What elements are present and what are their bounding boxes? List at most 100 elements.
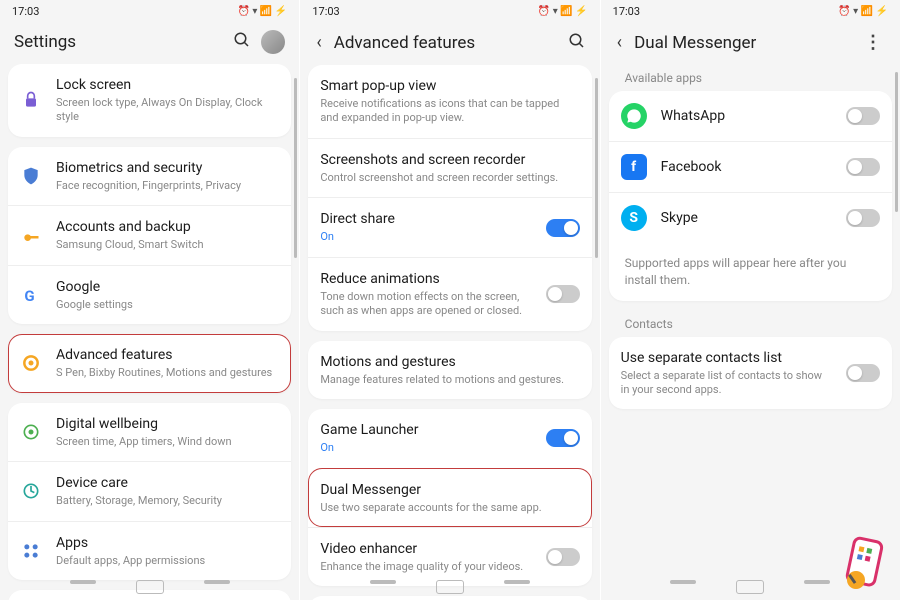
status-time: 17:03 xyxy=(12,5,39,18)
item-screenshots[interactable]: Screenshots and screen recorder Control s… xyxy=(308,138,591,197)
item-sub: On xyxy=(320,441,531,455)
settings-item-biometrics[interactable]: Biometrics and security Face recognition,… xyxy=(8,147,291,205)
item-sub: Tone down motion effects on the screen, … xyxy=(320,290,531,319)
item-sub: Battery, Storage, Memory, Security xyxy=(56,494,279,508)
toggle-separate-contacts[interactable] xyxy=(846,364,880,382)
more-icon[interactable]: ⋮ xyxy=(860,32,886,53)
item-sub: S Pen, Bixby Routines, Motions and gestu… xyxy=(56,366,279,380)
item-sub: Receive notifications as icons that can … xyxy=(320,97,579,126)
settings-item-lock-screen[interactable]: Lock screen Screen lock type, Always On D… xyxy=(8,64,291,137)
item-motions-gestures[interactable]: Motions and gestures Manage features rela… xyxy=(308,341,591,399)
item-sub: Manage features related to motions and g… xyxy=(320,373,579,387)
item-reduce-animations[interactable]: Reduce animations Tone down motion effect… xyxy=(308,257,591,331)
phone-advanced-features: 17:03 ⏰ ▾ 📶 ⚡ ‹ Advanced features Smart … xyxy=(299,0,599,600)
item-title: Biometrics and security xyxy=(56,159,279,177)
item-title: Apps xyxy=(56,534,279,552)
item-sub: Use two separate accounts for the same a… xyxy=(320,501,579,515)
toggle-video-enhancer[interactable] xyxy=(546,548,580,566)
app-name: WhatsApp xyxy=(661,107,832,125)
settings-item-digital-wellbeing[interactable]: Digital wellbeingScreen time, App timers… xyxy=(8,403,291,461)
item-sub: Default apps, App permissions xyxy=(56,554,279,568)
search-icon[interactable] xyxy=(568,32,586,54)
section-available-apps: Available apps xyxy=(609,65,892,91)
phone-dual-messenger: 17:03 ⏰ ▾ 📶 ⚡ ‹ Dual Messenger ⋮ Availab… xyxy=(600,0,900,600)
item-title: Smart pop-up view xyxy=(320,77,579,95)
page-title: Advanced features xyxy=(334,33,558,53)
app-name: Facebook xyxy=(661,158,832,176)
item-sub: Select a separate list of contacts to sh… xyxy=(621,369,832,398)
header: ‹ Dual Messenger ⋮ xyxy=(601,22,900,65)
item-game-launcher[interactable]: Game Launcher On xyxy=(308,409,591,467)
shield-icon xyxy=(20,165,42,187)
watermark-logo xyxy=(836,534,896,594)
settings-item-device-care[interactable]: Device careBattery, Storage, Memory, Sec… xyxy=(8,461,291,520)
key-icon xyxy=(20,225,42,247)
status-icons: ⏰ ▾ 📶 ⚡ xyxy=(838,6,888,17)
item-separate-contacts[interactable]: Use separate contacts list Select a separ… xyxy=(609,337,892,410)
back-icon[interactable]: ‹ xyxy=(615,30,624,55)
avatar[interactable] xyxy=(261,30,285,54)
status-bar: 17:03 ⏰ ▾ 📶 ⚡ xyxy=(300,0,599,22)
toggle-whatsapp[interactable] xyxy=(846,107,880,125)
item-sub: Face recognition, Fingerprints, Privacy xyxy=(56,179,279,193)
dual-messenger-list: Available apps WhatsApp f Facebook S Sky… xyxy=(601,65,900,600)
svg-text:G: G xyxy=(24,287,34,305)
item-title: Lock screen xyxy=(56,76,279,94)
google-icon: G xyxy=(20,284,42,306)
item-smart-popup[interactable]: Smart pop-up view Receive notifications a… xyxy=(308,65,591,138)
item-sub: Screen lock type, Always On Display, Clo… xyxy=(56,96,279,125)
status-time: 17:03 xyxy=(312,5,339,18)
item-sub: Screen time, App timers, Wind down xyxy=(56,435,279,449)
toggle-facebook[interactable] xyxy=(846,158,880,176)
whatsapp-icon xyxy=(621,103,647,129)
skype-icon: S xyxy=(621,205,647,231)
status-time: 17:03 xyxy=(613,5,640,18)
settings-item-accounts[interactable]: Accounts and backupSamsung Cloud, Smart … xyxy=(8,205,291,264)
lock-icon xyxy=(20,89,42,111)
section-contacts: Contacts xyxy=(609,311,892,337)
gear-icon xyxy=(20,352,42,374)
status-bar: 17:03 ⏰ ▾ 📶 ⚡ xyxy=(0,0,299,22)
phone-settings: 17:03 ⏰ ▾ 📶 ⚡ Settings Lock screen Screen… xyxy=(0,0,299,600)
settings-item-apps[interactable]: Apps Default apps, App permissions xyxy=(8,521,291,580)
item-sub: Enhance the image quality of your videos… xyxy=(320,560,531,574)
item-title: Video enhancer xyxy=(320,540,531,558)
android-navbar[interactable] xyxy=(0,580,299,594)
wellbeing-icon xyxy=(20,421,42,443)
item-sub: Control screenshot and screen recorder s… xyxy=(320,171,579,185)
settings-item-advanced-features[interactable]: Advanced featuresS Pen, Bixby Routines, … xyxy=(8,334,291,392)
item-send-sos[interactable]: Send SOS messagesOff xyxy=(308,596,591,600)
item-title: Game Launcher xyxy=(320,421,531,439)
toggle-game-launcher[interactable] xyxy=(546,429,580,447)
settings-item-google[interactable]: G Google Google settings xyxy=(8,265,291,324)
item-title: Motions and gestures xyxy=(320,353,579,371)
back-icon[interactable]: ‹ xyxy=(314,30,323,55)
item-direct-share[interactable]: Direct shareOn xyxy=(308,197,591,256)
app-row-facebook[interactable]: f Facebook xyxy=(609,141,892,192)
item-title: Google xyxy=(56,278,279,296)
status-icons: ⏰ ▾ 📶 ⚡ xyxy=(538,6,588,17)
header: Settings xyxy=(0,22,299,64)
facebook-icon: f xyxy=(621,154,647,180)
toggle-skype[interactable] xyxy=(846,209,880,227)
search-icon[interactable] xyxy=(233,31,251,53)
apps-icon xyxy=(20,540,42,562)
toggle-reduce-animations[interactable] xyxy=(546,285,580,303)
android-navbar[interactable] xyxy=(300,580,599,594)
settings-list: Lock screen Screen lock type, Always On D… xyxy=(0,64,299,600)
toggle-direct-share[interactable] xyxy=(546,219,580,237)
app-row-skype[interactable]: S Skype xyxy=(609,192,892,243)
app-row-whatsapp[interactable]: WhatsApp xyxy=(609,91,892,141)
item-title: Reduce animations xyxy=(320,270,531,288)
header: ‹ Advanced features xyxy=(300,22,599,65)
item-sub: On xyxy=(320,230,531,244)
item-video-enhancer[interactable]: Video enhancer Enhance the image quality … xyxy=(308,527,591,586)
advanced-list: Smart pop-up view Receive notifications a… xyxy=(300,65,599,600)
status-bar: 17:03 ⏰ ▾ 📶 ⚡ xyxy=(601,0,900,22)
page-title: Dual Messenger xyxy=(634,33,850,53)
device-care-icon xyxy=(20,480,42,502)
item-dual-messenger[interactable]: Dual MessengerUse two separate accounts … xyxy=(308,468,591,527)
item-title: Screenshots and screen recorder xyxy=(320,151,579,169)
item-title: Use separate contacts list xyxy=(621,349,832,367)
item-sub: Google settings xyxy=(56,298,279,312)
